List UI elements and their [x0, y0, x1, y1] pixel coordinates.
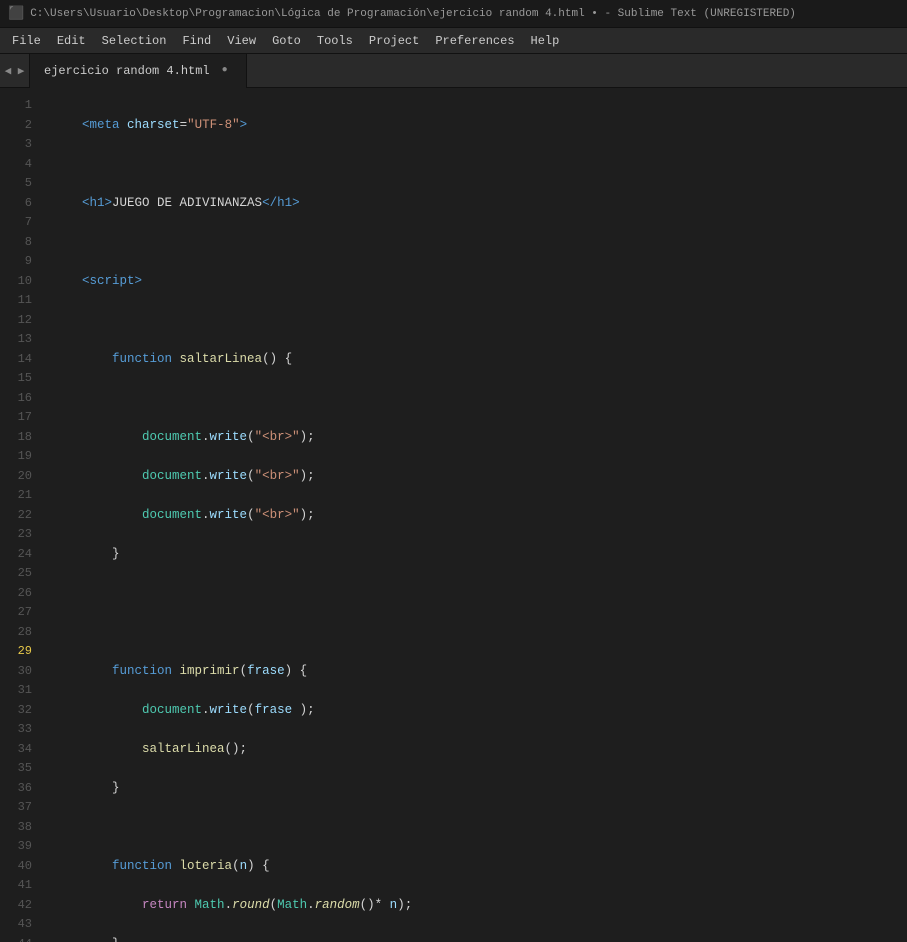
menu-find[interactable]: Find — [174, 31, 219, 51]
menu-bar: File Edit Selection Find View Goto Tools… — [0, 28, 907, 54]
menu-help[interactable]: Help — [523, 31, 568, 51]
tab-close[interactable]: ● — [218, 64, 232, 78]
tab-label: ejercicio random 4.html — [44, 64, 210, 78]
code-area[interactable]: <meta charset="UTF-8"> <h1>JUEGO DE ADIV… — [42, 88, 907, 942]
title-text: C:\Users\Usuario\Desktop\Programacion\Ló… — [30, 8, 796, 20]
editor: 1 2 3 4 5 6 7 8 9 10 11 12 13 14 15 16 1… — [0, 88, 907, 942]
menu-tools[interactable]: Tools — [309, 31, 361, 51]
menu-view[interactable]: View — [219, 31, 264, 51]
menu-file[interactable]: File — [4, 31, 49, 51]
app-icon: ⬛ — [8, 6, 24, 21]
menu-edit[interactable]: Edit — [49, 31, 94, 51]
tab-bar: ◀ ▶ ejercicio random 4.html ● — [0, 54, 907, 88]
title-bar: ⬛ C:\Users\Usuario\Desktop\Programacion\… — [0, 0, 907, 28]
menu-selection[interactable]: Selection — [94, 31, 175, 51]
menu-project[interactable]: Project — [361, 31, 427, 51]
tab-file[interactable]: ejercicio random 4.html ● — [30, 54, 247, 88]
line-numbers: 1 2 3 4 5 6 7 8 9 10 11 12 13 14 15 16 1… — [0, 88, 42, 942]
sidebar-toggle[interactable]: ◀ ▶ — [0, 54, 30, 88]
menu-goto[interactable]: Goto — [264, 31, 309, 51]
menu-preferences[interactable]: Preferences — [427, 31, 522, 51]
